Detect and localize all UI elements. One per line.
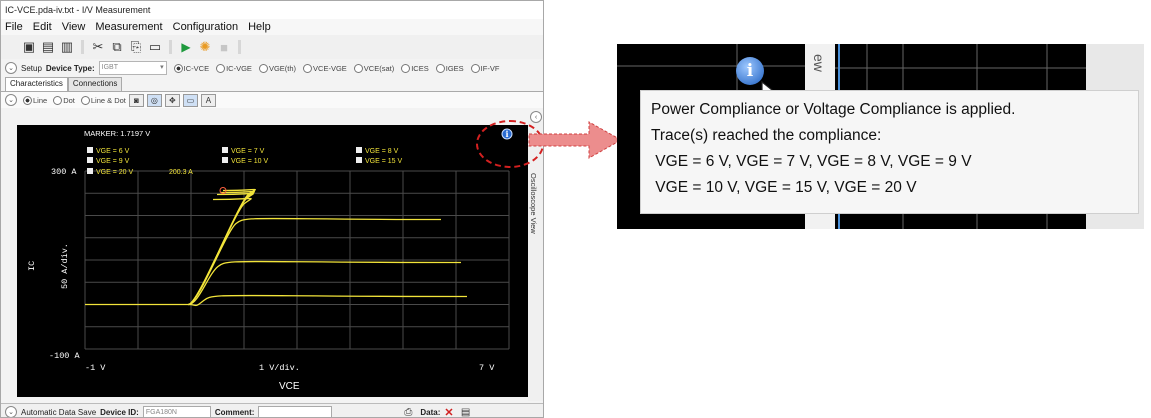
legend-checkbox[interactable] bbox=[87, 147, 93, 153]
legend-checkbox[interactable] bbox=[356, 147, 362, 153]
open-icon[interactable]: ▣ bbox=[21, 39, 37, 55]
tooltip-line-4: VGE = 10 V, VGE = 15 V, VGE = 20 V bbox=[651, 179, 917, 196]
oscilloscope-view-label: Oscilloscope View bbox=[529, 173, 538, 234]
save-data-icon[interactable]: ▤ bbox=[458, 404, 474, 418]
x-axis-title: VCE bbox=[279, 381, 300, 392]
save-icon[interactable]: ▤ bbox=[40, 39, 56, 55]
menu-view[interactable]: View bbox=[62, 21, 86, 33]
iv-graph[interactable]: MARKER: 1.7197 V VGE = 6 V VGE = 7 V VGE… bbox=[17, 125, 528, 397]
toolbar-separator bbox=[81, 40, 84, 54]
stop-icon[interactable]: ■ bbox=[216, 39, 232, 55]
data-label: Data: bbox=[420, 407, 441, 417]
setup-bar: ⌄ Setup Device Type: IGBT IC-VCE IC-VGE … bbox=[1, 59, 543, 77]
menu-measurement[interactable]: Measurement bbox=[95, 21, 162, 33]
toolbar-separator bbox=[238, 40, 241, 54]
y-axis-top-label: 300 A bbox=[51, 167, 77, 177]
device-type-select[interactable]: IGBT bbox=[98, 61, 167, 75]
copy-icon[interactable]: ⧉ bbox=[109, 39, 125, 55]
mode-ices[interactable]: ICES bbox=[401, 63, 429, 73]
callout-arrow bbox=[528, 121, 623, 159]
bottom-bar: ⌄ Automatic Data Save Device ID: FGA180N… bbox=[1, 403, 543, 418]
delete-icon[interactable]: ✕ bbox=[444, 406, 453, 418]
legend-vge-10: VGE = 10 V bbox=[231, 158, 268, 165]
mode-vce-vge[interactable]: VCE-VGE bbox=[303, 63, 347, 73]
comment-label: Comment: bbox=[214, 407, 255, 417]
y-axis-division-label: 50 A/div. bbox=[60, 243, 70, 289]
y-axis-bottom-label: -100 A bbox=[49, 351, 81, 361]
x-axis-right-label: 7 V bbox=[479, 363, 495, 373]
camera-icon[interactable]: ◙ bbox=[128, 93, 144, 107]
x-axis-left-label: -1 V bbox=[85, 363, 106, 373]
marker-readout: MARKER: 1.7197 V bbox=[84, 129, 150, 138]
display-line[interactable]: Line bbox=[23, 95, 47, 105]
collapse-options-icon[interactable]: ⌄ bbox=[5, 94, 17, 106]
device-id-label: Device ID: bbox=[100, 407, 139, 417]
run-icon[interactable]: ▶ bbox=[178, 39, 194, 55]
mode-if-vf[interactable]: IF-VF bbox=[470, 63, 499, 73]
auto-save-label: Automatic Data Save bbox=[21, 407, 97, 417]
device-id-input[interactable]: FGA180N bbox=[142, 405, 211, 417]
trace-vge-2 bbox=[188, 260, 462, 306]
comment-input[interactable] bbox=[258, 405, 333, 417]
marker-current-value: 200.3 A bbox=[169, 169, 193, 176]
main-window: IC-VCE.pda-iv.txt - I/V Measurement File… bbox=[0, 0, 544, 418]
menu-file[interactable]: File bbox=[5, 21, 23, 33]
setup-label: Setup bbox=[21, 63, 42, 73]
tooltip-line-3: VGE = 6 V, VGE = 7 V, VGE = 8 V, VGE = 9… bbox=[651, 153, 972, 170]
menu-bar: File Edit View Measurement Configuration… bbox=[1, 19, 543, 35]
legend-vge-9: VGE = 9 V bbox=[96, 158, 130, 165]
screenshot-icon[interactable]: ▭ bbox=[147, 39, 163, 55]
legend-vge-8: VGE = 8 V bbox=[365, 148, 399, 155]
y-axis-title: IC bbox=[27, 261, 37, 271]
legend-vge-20: VGE = 20 V bbox=[96, 169, 133, 176]
menu-configuration[interactable]: Configuration bbox=[173, 21, 238, 33]
legend-vge-6: VGE = 6 V bbox=[96, 148, 130, 155]
paste-icon[interactable]: ⎘ bbox=[128, 39, 144, 55]
legend-checkbox[interactable] bbox=[222, 157, 228, 163]
mode-vce-sat[interactable]: VCE(sat) bbox=[353, 63, 394, 73]
save-as-icon[interactable]: ▥ bbox=[59, 39, 75, 55]
tab-strip: Characteristics Connections bbox=[1, 77, 543, 91]
tooltip-line-1: Power Compliance or Voltage Compliance i… bbox=[651, 101, 1016, 118]
x-axis-division-label: 1 V/div. bbox=[259, 363, 300, 373]
tab-characteristics[interactable]: Characteristics bbox=[5, 77, 68, 91]
mode-ic-vce[interactable]: IC-VCE bbox=[173, 63, 209, 73]
legend-checkbox[interactable] bbox=[222, 147, 228, 153]
mode-iges[interactable]: IGES bbox=[435, 63, 464, 73]
collapse-bottom-icon[interactable]: ⌄ bbox=[5, 406, 17, 417]
toolbar: ▣ ▤ ▥ ✂ ⧉ ⎘ ▭ ▶ ✺ ■ bbox=[1, 35, 543, 59]
display-line-dot[interactable]: Line & Dot bbox=[80, 95, 126, 105]
zoom-side-tab-text: ew bbox=[811, 54, 827, 72]
legend-vge-15: VGE = 15 V bbox=[365, 158, 402, 165]
legend-vge-7: VGE = 7 V bbox=[231, 148, 265, 155]
cut-icon[interactable]: ✂ bbox=[90, 39, 106, 55]
fit-icon[interactable]: ▭ bbox=[182, 93, 198, 107]
legend-checkbox[interactable] bbox=[87, 168, 93, 174]
export-icon[interactable]: ⎙ bbox=[400, 404, 416, 418]
mode-vge-th[interactable]: VGE(th) bbox=[258, 63, 296, 73]
legend-checkbox[interactable] bbox=[87, 157, 93, 163]
repeat-icon[interactable]: ✺ bbox=[197, 39, 213, 55]
display-dot[interactable]: Dot bbox=[53, 95, 75, 105]
text-icon[interactable]: A bbox=[200, 93, 216, 107]
pan-icon[interactable]: ✥ bbox=[164, 93, 180, 107]
display-options-bar: ⌄ Line Dot Line & Dot ◙ ◎ ✥ ▭ A bbox=[1, 91, 543, 108]
graph-svg: MARKER: 1.7197 V VGE = 6 V VGE = 7 V VGE… bbox=[27, 128, 513, 392]
menu-help[interactable]: Help bbox=[248, 21, 271, 33]
marker-icon[interactable]: ◎ bbox=[146, 93, 162, 107]
menu-edit[interactable]: Edit bbox=[33, 21, 52, 33]
device-type-label: Device Type: bbox=[45, 63, 95, 73]
mode-ic-vge[interactable]: IC-VGE bbox=[216, 63, 252, 73]
toolbar-separator bbox=[169, 40, 172, 54]
window-title: IC-VCE.pda-iv.txt - I/V Measurement bbox=[1, 1, 543, 19]
tooltip-line-2: Trace(s) reached the compliance: bbox=[651, 127, 882, 144]
legend-checkbox[interactable] bbox=[356, 157, 362, 163]
tab-connections[interactable]: Connections bbox=[67, 77, 123, 91]
compliance-tooltip: Power Compliance or Voltage Compliance i… bbox=[640, 90, 1139, 214]
collapse-setup-icon[interactable]: ⌄ bbox=[5, 62, 17, 74]
